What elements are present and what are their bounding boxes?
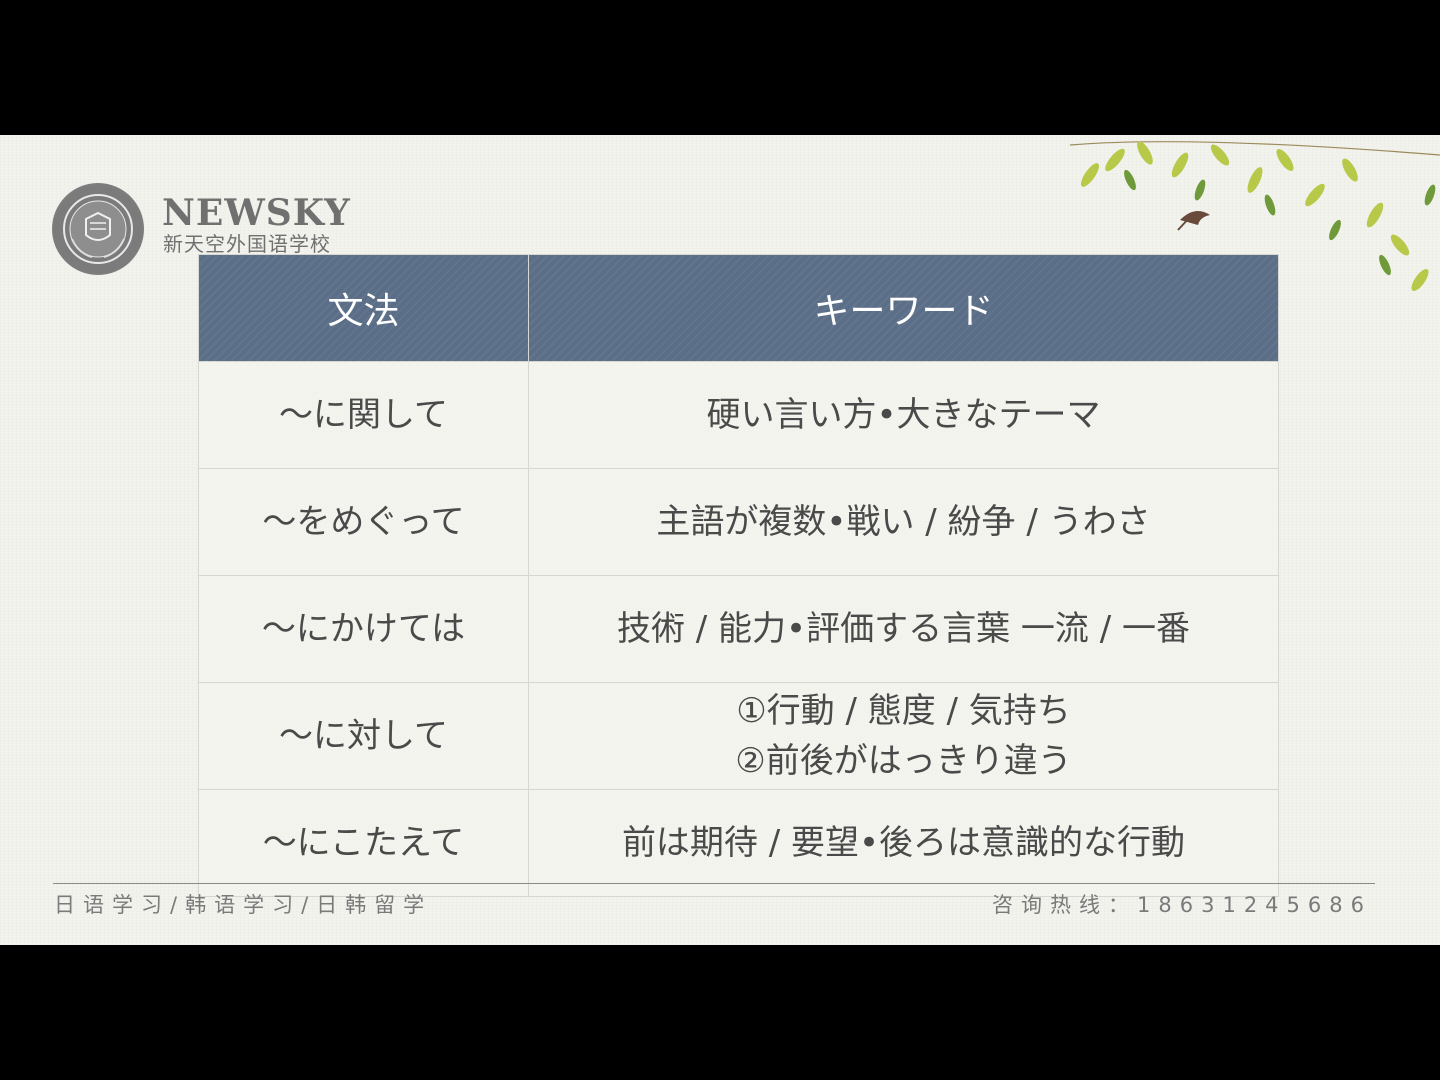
grammar-cell: ～に関して	[198, 361, 529, 469]
keyword-line: 主語が複数•戦い / 紛争 / うわさ	[656, 502, 1151, 542]
table-header-row: 文法 キーワード	[198, 254, 1279, 362]
grammar-cell: ～にかけては	[198, 575, 529, 683]
grammar-cell: ～にこたえて	[198, 789, 529, 897]
keyword-cell: 主語が複数•戦い / 紛争 / うわさ	[528, 468, 1279, 576]
brand-name: NEWSKY	[162, 192, 351, 234]
contact-label: 咨询热线：	[992, 893, 1138, 917]
grammar-cell: ～に対して	[198, 682, 529, 790]
footer-divider	[53, 883, 1375, 884]
table-row: ～にかけては 技術 / 能力•評価する言葉 一流 / 一番	[198, 575, 1279, 683]
grammar-cell: ～をめぐって	[198, 468, 529, 576]
keyword-cell: 技術 / 能力•評価する言葉 一流 / 一番	[528, 575, 1279, 683]
keyword-line: 硬い言い方•大きなテーマ	[706, 395, 1101, 435]
keyword-cell: 硬い言い方•大きなテーマ	[528, 361, 1279, 469]
school-emblem-icon	[52, 183, 144, 275]
table-row: ～をめぐって 主語が複数•戦い / 紛争 / うわさ	[198, 468, 1279, 576]
footer-contact: 咨询热线：18631245686	[992, 891, 1372, 919]
keyword-cell: 前は期待 / 要望•後ろは意識的な行動	[528, 789, 1279, 897]
keyword-cell: ①行動 / 態度 / 気持ち ②前後がはっきり違う	[528, 682, 1279, 790]
table-row: ～に対して ①行動 / 態度 / 気持ち ②前後がはっきり違う	[198, 682, 1279, 790]
slide: NEWSKY 新天空外国语学校 文法 キーワード ～に関して 硬い言い方•大きな…	[0, 135, 1440, 945]
table-row: ～にこたえて 前は期待 / 要望•後ろは意識的な行動	[198, 789, 1279, 897]
keyword-line: ①行動 / 態度 / 気持ち	[736, 691, 1071, 731]
keyword-line: ②前後がはっきり違う	[735, 741, 1072, 781]
contact-phone: 18631245686	[1137, 893, 1372, 917]
grammar-keyword-table: 文法 キーワード ～に関して 硬い言い方•大きなテーマ ～をめぐって 主語が複数…	[198, 254, 1279, 897]
header-grammar: 文法	[198, 254, 529, 362]
header-keyword: キーワード	[528, 254, 1279, 362]
footer-services: 日语学习/韩语学习/日韩留学	[54, 893, 433, 917]
brand-subtitle: 新天空外国语学校	[163, 232, 331, 256]
keyword-line: 技術 / 能力•評価する言葉 一流 / 一番	[616, 609, 1190, 649]
table-row: ～に関して 硬い言い方•大きなテーマ	[198, 361, 1279, 469]
keyword-line: 前は期待 / 要望•後ろは意識的な行動	[621, 823, 1186, 863]
